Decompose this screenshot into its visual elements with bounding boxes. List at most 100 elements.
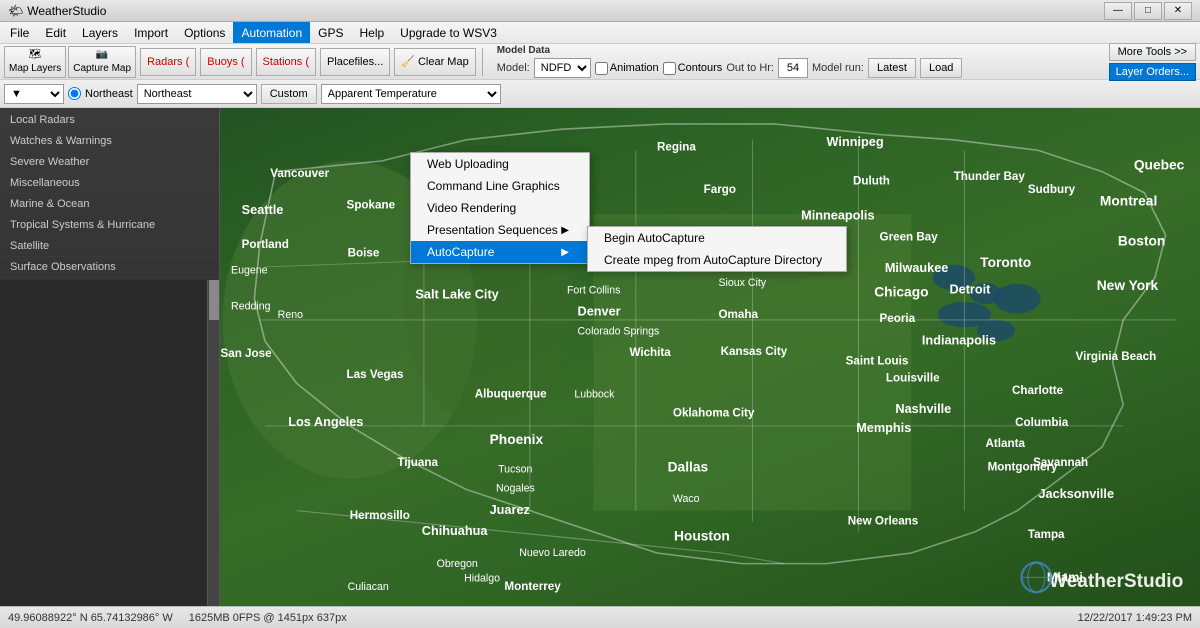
create-mpeg-item[interactable]: Create mpeg from AutoCapture Directory [588,249,846,271]
toolbar-row2: ▼ Northeast Northeast Southeast Northwes… [0,80,1200,108]
svg-text:Redding: Redding [231,300,271,312]
svg-text:Lubbock: Lubbock [574,388,615,400]
layer-orders-button[interactable]: Layer Orders... [1109,63,1196,81]
menu-web-uploading[interactable]: Web Uploading [411,153,589,175]
svg-text:Culiacan: Culiacan [348,581,389,593]
svg-text:Los Angeles: Los Angeles [288,414,363,429]
svg-text:Thunder Bay: Thunder Bay [954,170,1026,183]
capture-map-label: Capture Map [73,63,131,74]
svg-text:Boston: Boston [1118,234,1165,249]
menu-autocapture[interactable]: AutoCapture ▶ [411,241,589,263]
model-select[interactable]: NDFD GFS NAM RAP [534,58,591,78]
window-controls: — □ ✕ [1104,2,1192,20]
svg-text:Omaha: Omaha [718,308,758,321]
menu-file[interactable]: File [2,22,37,43]
animation-group: Animation [595,62,659,75]
svg-text:Monterrey: Monterrey [504,580,561,593]
sidebar-items: Local Radars Watches & Warnings Severe W… [0,108,219,280]
stations-button[interactable]: Stations ( [256,48,316,76]
menu-gps[interactable]: GPS [310,22,351,43]
capture-map-icon: 📷 [96,49,108,60]
placefiles-button[interactable]: Placefiles... [320,48,390,76]
status-bar: 49.96088922° N 65.74132986° W 1625MB 0FP… [0,606,1200,628]
maximize-button[interactable]: □ [1134,2,1162,20]
main-area: Local Radars Watches & Warnings Severe W… [0,108,1200,606]
scrollbar-thumb[interactable] [209,280,219,320]
sidebar-item-watches-warnings[interactable]: Watches & Warnings [0,131,219,152]
animation-checkbox[interactable] [595,62,608,75]
menu-automation[interactable]: Automation [233,22,310,43]
out-to-hr-input[interactable] [778,58,808,78]
autocapture-arrow: ▶ [561,247,569,258]
panel-scrollbar[interactable] [207,280,219,606]
svg-text:Spokane: Spokane [347,199,396,212]
svg-text:Reno: Reno [278,309,303,321]
clear-map-button[interactable]: 🧹 Clear Map [394,48,475,76]
menu-video-rendering[interactable]: Video Rendering [411,197,589,219]
svg-text:Detroit: Detroit [949,281,991,296]
svg-text:Tampa: Tampa [1028,528,1065,541]
menu-edit[interactable]: Edit [37,22,74,43]
capture-map-button[interactable]: 📷 Capture Map [68,46,136,78]
svg-text:Kansas City: Kansas City [721,345,788,358]
out-to-hr-label: Out to Hr: [726,62,774,74]
layer-select[interactable]: Apparent Temperature Temperature Dewpoin… [321,84,501,104]
toolbar-row1: 🗺 Map Layers 📷 Capture Map Radars ( Buoy… [0,44,1200,80]
latest-button[interactable]: Latest [868,58,916,78]
close-button[interactable]: ✕ [1164,2,1192,20]
begin-autocapture-item[interactable]: Begin AutoCapture [588,227,846,249]
contours-checkbox[interactable] [663,62,676,75]
menu-command-line-graphics[interactable]: Command Line Graphics [411,175,589,197]
svg-text:New York: New York [1097,278,1159,293]
menu-presentation-sequences[interactable]: Presentation Sequences ▶ [411,219,589,241]
region-select[interactable]: Northeast Southeast Northwest Southwest [137,84,257,104]
region-dropdown[interactable]: ▼ [4,84,64,104]
menu-bar: File Edit Layers Import Options Automati… [0,22,1200,44]
minimize-button[interactable]: — [1104,2,1132,20]
northeast-label: Northeast [85,88,133,100]
sidebar-item-marine-ocean[interactable]: Marine & Ocean [0,194,219,215]
svg-text:Obregon: Obregon [437,558,478,570]
northeast-radio[interactable] [68,87,81,100]
svg-text:San Jose: San Jose [220,347,272,360]
svg-text:Houston: Houston [674,528,730,543]
menu-help[interactable]: Help [351,22,392,43]
buoys-button[interactable]: Buoys ( [200,48,251,76]
sidebar-item-tropical[interactable]: Tropical Systems & Hurricane [0,215,219,236]
sidebar-item-severe-weather[interactable]: Severe Weather [0,152,219,173]
svg-text:Eugene: Eugene [231,264,268,276]
svg-text:Milwaukee: Milwaukee [885,260,949,275]
sidebar-item-miscellaneous[interactable]: Miscellaneous [0,173,219,194]
svg-text:Denver: Denver [578,304,621,319]
animation-label: Animation [610,62,659,74]
svg-text:Oklahoma City: Oklahoma City [673,406,755,419]
custom-button[interactable]: Custom [261,84,317,104]
menu-upgrade[interactable]: Upgrade to WSV3 [392,22,505,43]
radars-button[interactable]: Radars ( [140,48,196,76]
panel-scroll-area [0,280,219,606]
more-tools-button[interactable]: More Tools >> [1109,43,1196,61]
model-label: Model: [497,62,530,74]
svg-text:Toronto: Toronto [980,255,1031,270]
toolbar-separator-1 [482,48,483,76]
load-button[interactable]: Load [920,58,962,78]
datetime-display: 12/22/2017 1:49:23 PM [1078,612,1192,624]
menu-layers[interactable]: Layers [74,22,126,43]
map-area: Vancouver Seattle Portland Eugene Reddin… [220,108,1200,606]
sidebar-item-surface-obs[interactable]: Surface Observations [0,257,219,278]
menu-import[interactable]: Import [126,22,176,43]
sidebar-item-satellite[interactable]: Satellite [0,236,219,257]
svg-text:New Orleans: New Orleans [848,514,919,527]
svg-text:Boise: Boise [348,246,380,259]
map-layers-label: Map Layers [9,63,61,74]
map-layers-button[interactable]: 🗺 Map Layers [4,46,66,78]
svg-text:Green Bay: Green Bay [880,230,939,243]
map-svg: Vancouver Seattle Portland Eugene Reddin… [220,108,1200,606]
begin-autocapture-label: Begin AutoCapture [604,231,705,245]
menu-options[interactable]: Options [176,22,233,43]
svg-text:Charlotte: Charlotte [1012,384,1064,397]
sidebar-item-local-radars[interactable]: Local Radars [0,110,219,131]
svg-text:Portland: Portland [242,238,289,251]
coordinates-display: 49.96088922° N 65.74132986° W [8,612,173,624]
svg-text:Indianapolis: Indianapolis [922,332,996,347]
